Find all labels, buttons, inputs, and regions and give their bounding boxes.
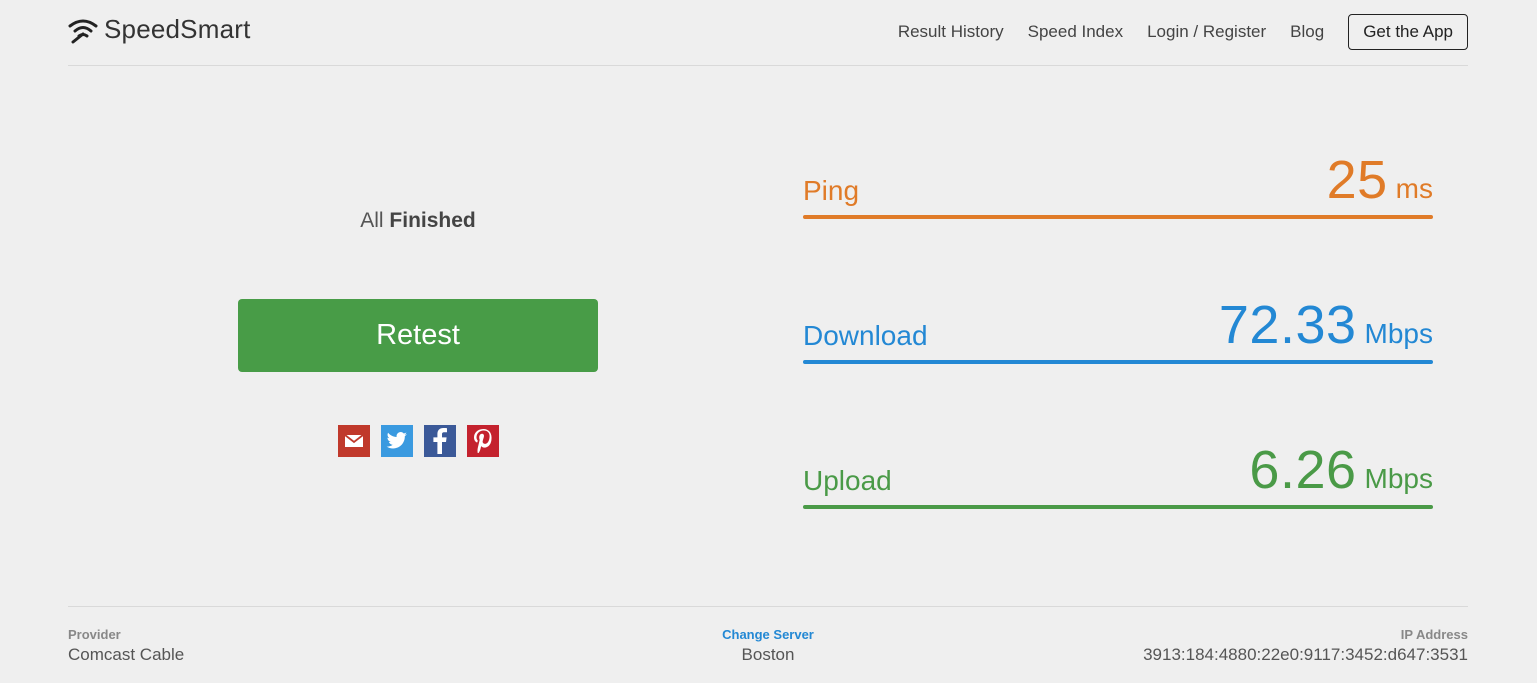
provider-info: Provider Comcast Cable (68, 627, 184, 665)
pinterest-icon[interactable] (467, 425, 499, 457)
footer: Provider Comcast Cable Change Server Bos… (68, 606, 1468, 683)
wifi-icon (68, 19, 98, 43)
provider-value: Comcast Cable (68, 645, 185, 664)
logo[interactable]: SpeedSmart (68, 14, 251, 45)
nav-speed-index[interactable]: Speed Index (1028, 14, 1123, 50)
upload-value-wrap: 6.26 Mbps (1249, 439, 1433, 501)
nav-blog[interactable]: Blog (1290, 14, 1324, 50)
upload-bar (803, 505, 1433, 509)
ping-value: 25 (1326, 150, 1388, 210)
top-nav: Result History Speed Index Login / Regis… (898, 14, 1468, 50)
email-icon[interactable] (338, 425, 370, 457)
change-server-link[interactable]: Change Server (668, 627, 868, 642)
download-value: 72.33 (1218, 295, 1357, 355)
ip-info: IP Address 3913:184:4880:22e0:9117:3452:… (1143, 627, 1468, 665)
nav-result-history[interactable]: Result History (898, 14, 1004, 50)
ip-label: IP Address (1400, 627, 1468, 642)
download-label: Download (803, 320, 928, 351)
upload-label: Upload (803, 465, 892, 496)
nav-login-register[interactable]: Login / Register (1147, 14, 1266, 50)
ping-metric: Ping 25 ms (803, 149, 1433, 219)
header: SpeedSmart Result History Speed Index Lo… (68, 0, 1468, 66)
page: SpeedSmart Result History Speed Index Lo… (0, 0, 1537, 683)
download-metric: Download 72.33 Mbps (803, 294, 1433, 364)
server-info: Change Server Boston (668, 627, 868, 665)
ip-value: 3913:184:4880:22e0:9117:3452:d647:3531 (1143, 645, 1468, 664)
upload-unit: Mbps (1364, 463, 1433, 494)
get-the-app-button[interactable]: Get the App (1348, 14, 1468, 50)
facebook-icon[interactable] (424, 425, 456, 457)
ping-label: Ping (803, 175, 860, 206)
download-bar (803, 360, 1433, 364)
retest-button[interactable]: Retest (238, 299, 598, 372)
test-status: All Finished (238, 209, 598, 233)
upload-metric: Upload 6.26 Mbps (803, 439, 1433, 509)
brand-name: SpeedSmart (104, 14, 251, 44)
ping-value-wrap: 25 ms (1327, 149, 1433, 211)
server-value: Boston (741, 645, 795, 664)
provider-label: Provider (68, 627, 121, 642)
status-bold: Finished (389, 209, 476, 232)
ping-unit: ms (1395, 173, 1433, 204)
twitter-icon[interactable] (381, 425, 413, 457)
share-buttons (338, 425, 510, 457)
ping-bar (803, 215, 1433, 219)
upload-value: 6.26 (1249, 440, 1357, 500)
download-unit: Mbps (1364, 318, 1433, 349)
status-prefix: All (360, 209, 384, 232)
download-value-wrap: 72.33 Mbps (1219, 294, 1433, 356)
